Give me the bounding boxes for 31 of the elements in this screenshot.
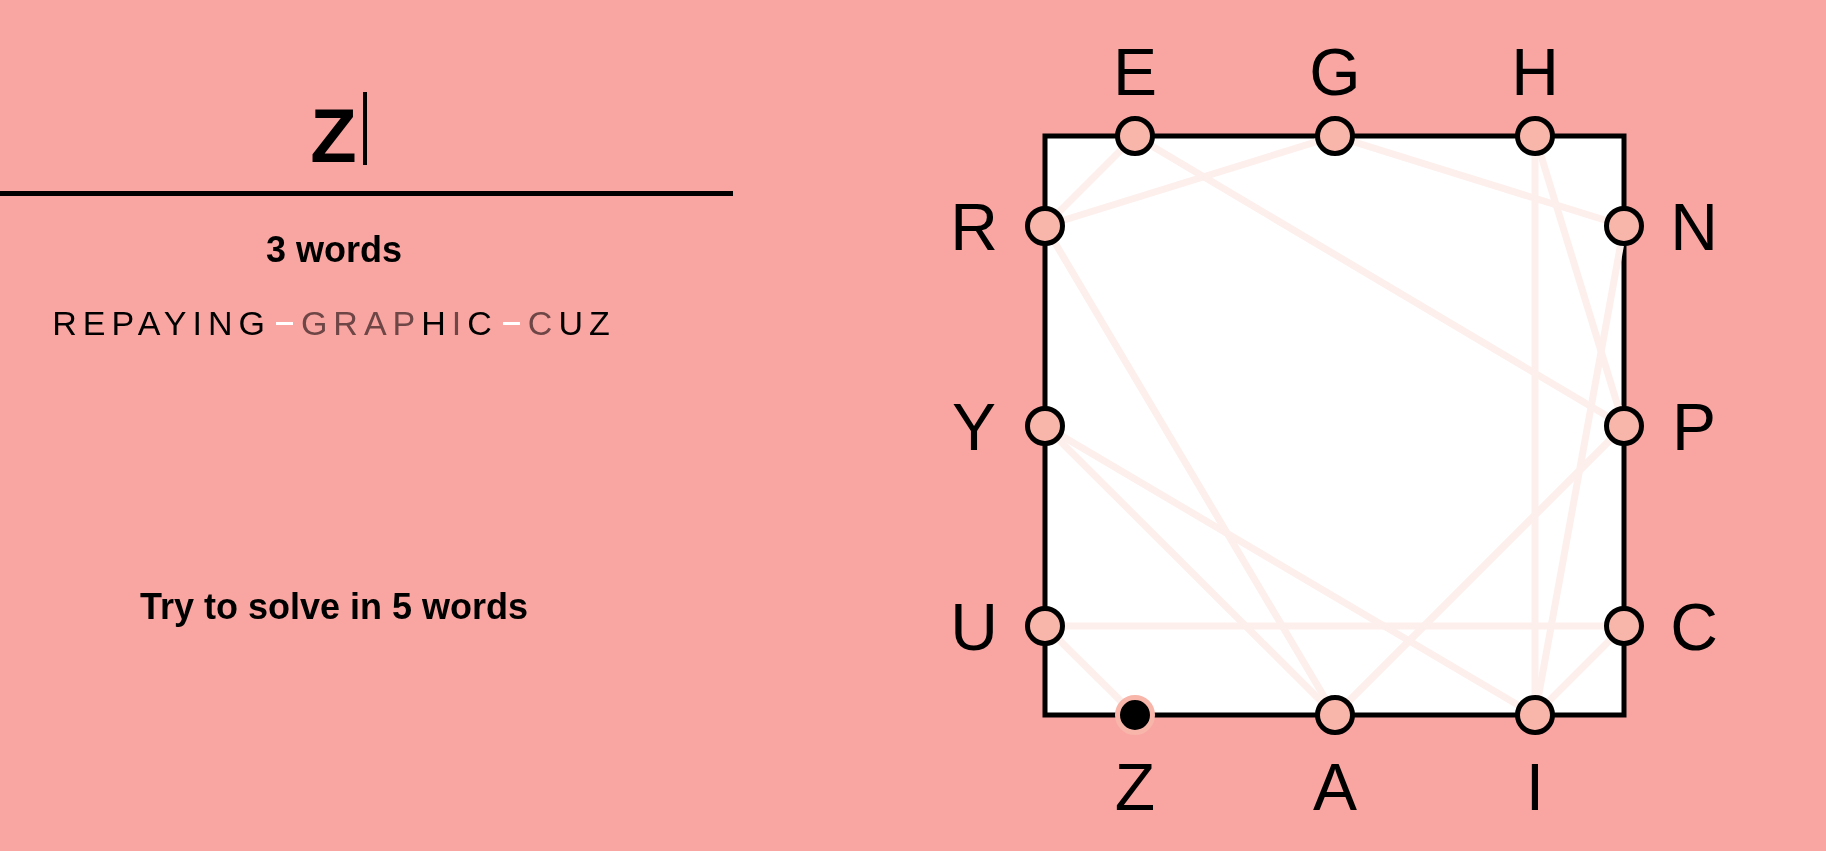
dash-icon [275,321,293,325]
played-word: C UZ [527,306,616,340]
word-input-field[interactable]: Z [0,62,733,196]
letter-dot-icon[interactable] [1515,116,1555,156]
letter-label[interactable]: U [950,589,998,664]
letter-dot-icon[interactable] [1025,606,1065,646]
letter-dot-icon[interactable] [1315,695,1355,735]
letter-label[interactable]: Y [952,389,996,464]
letter-dot-icon[interactable] [1115,116,1155,156]
letter-dot-icon[interactable] [1025,206,1065,246]
letter-dot-icon[interactable] [1315,116,1355,156]
letter-dot-icon[interactable] [1515,695,1555,735]
dash-icon [502,321,520,325]
letter-label[interactable]: A [1313,749,1357,824]
played-word: GRAP H I C [300,306,498,340]
word-count: 3 words [265,232,402,268]
letter-label[interactable]: Z [1114,749,1156,824]
played-word: REPAYING [52,306,271,340]
letter-dot-icon[interactable] [1604,406,1644,446]
letter-label[interactable]: H [1511,34,1559,109]
letter-label[interactable]: G [1309,34,1361,109]
letter-label[interactable]: N [1670,189,1718,264]
goal-text: Try to solve in 5 words [139,589,529,625]
letter-dot-icon[interactable] [1025,406,1065,446]
letter-label[interactable]: C [1670,589,1718,664]
letter-dot-icon[interactable] [1604,206,1644,246]
letter-label[interactable]: E [1113,34,1157,109]
letter-label[interactable]: R [950,189,998,264]
letter-label[interactable]: I [1525,749,1545,824]
letter-dot-icon[interactable] [1604,606,1644,646]
letter-label[interactable]: P [1672,389,1716,464]
